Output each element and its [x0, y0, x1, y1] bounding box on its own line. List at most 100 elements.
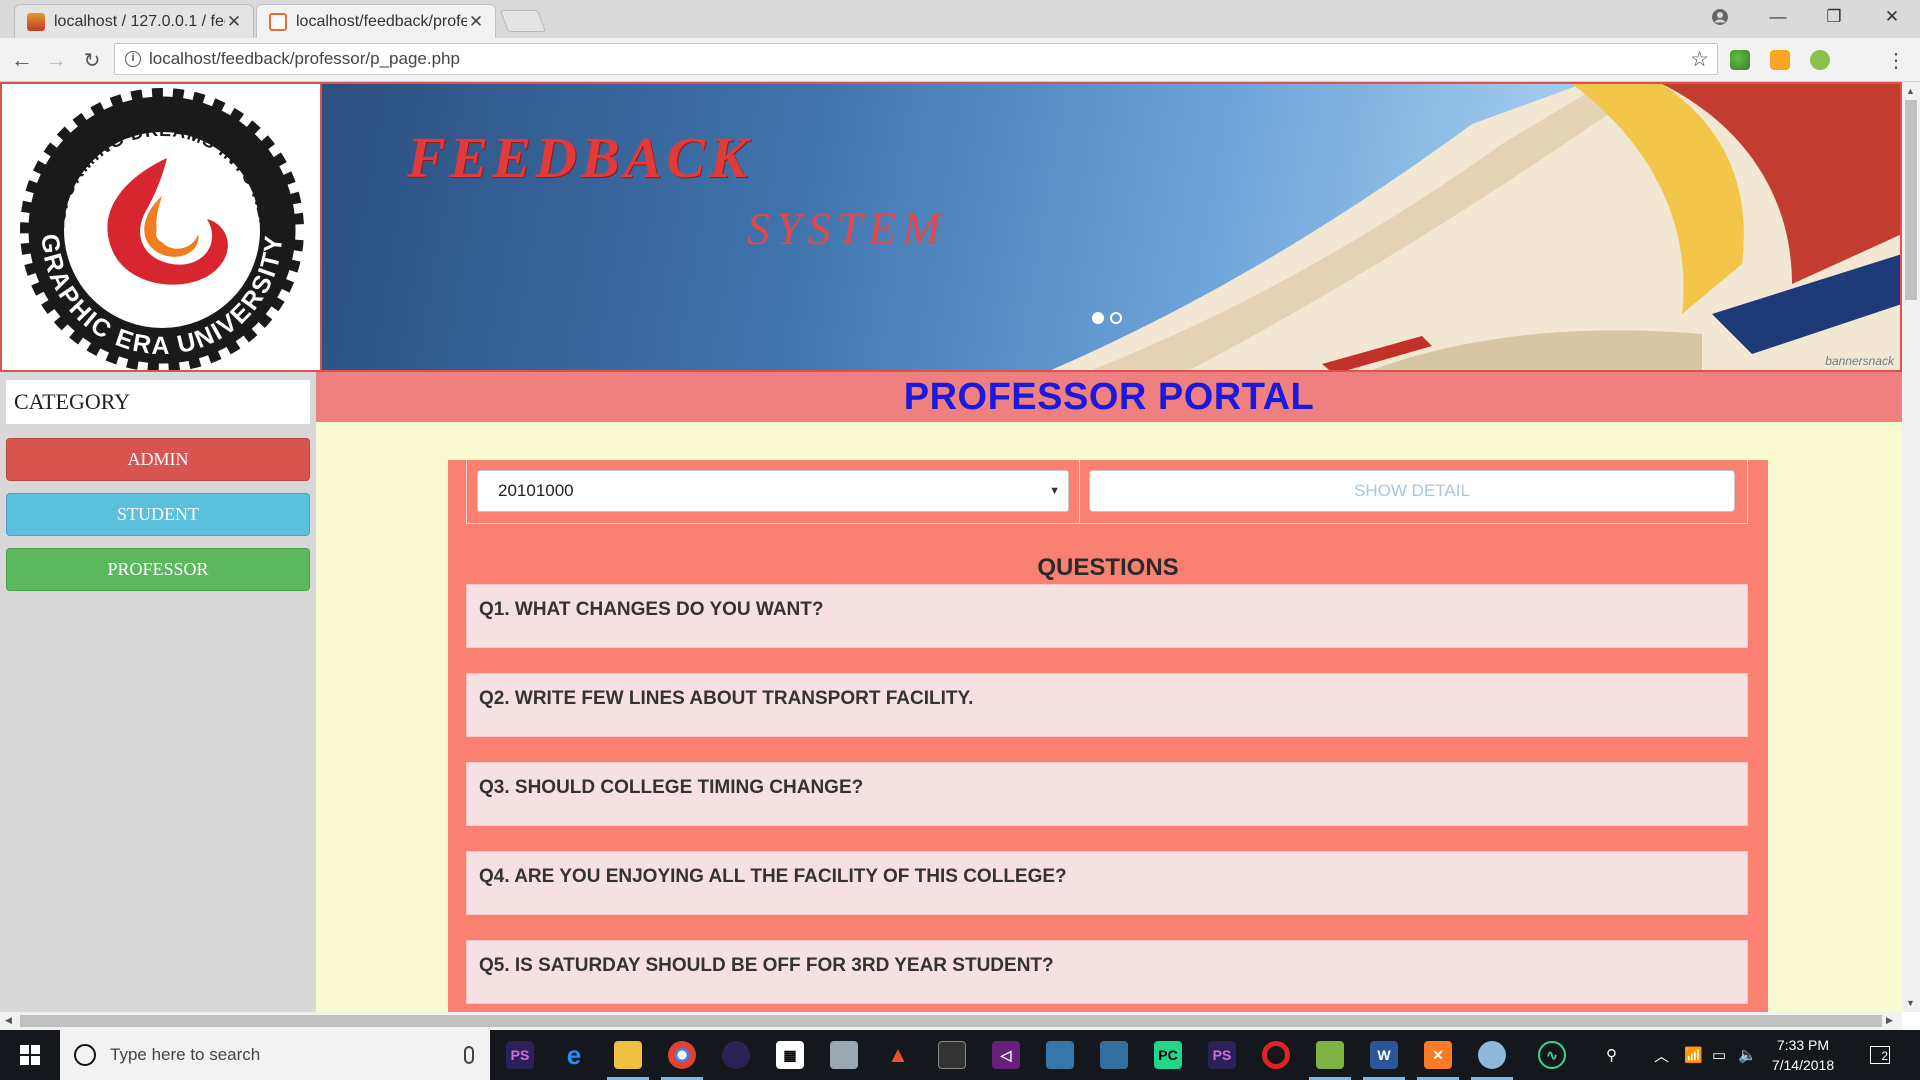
browser-menu-icon[interactable]: ⋮: [1882, 46, 1910, 74]
edge-icon[interactable]: e: [560, 1040, 588, 1070]
start-button[interactable]: [0, 1030, 60, 1080]
xampp-icon[interactable]: ✕: [1424, 1041, 1452, 1069]
reload-icon[interactable]: ↻: [78, 46, 106, 74]
close-window-icon[interactable]: ✕: [1866, 0, 1918, 34]
main-content: 20101000 ▼ SHOW DETAIL QUESTIONS Q1. WHA…: [316, 422, 1902, 1012]
python-icon[interactable]: [1046, 1041, 1074, 1069]
bannersnack-watermark: bannersnack: [1825, 354, 1894, 368]
phpmyadmin-favicon-icon: [27, 12, 45, 31]
questions-panel: 20101000 ▼ SHOW DETAIL QUESTIONS Q1. WHA…: [448, 460, 1768, 1012]
eclipse-icon[interactable]: [722, 1041, 750, 1069]
scroll-left-icon[interactable]: ◀: [5, 1015, 12, 1026]
windows-logo-icon: [20, 1045, 40, 1065]
banner-title-system: SYSTEM: [747, 203, 947, 254]
extension-smile-icon[interactable]: [1810, 50, 1830, 70]
browser-toolbar: ← → ↻ i localhost/feedback/professor/p_p…: [0, 38, 1920, 82]
browser-tab-feedback[interactable]: localhost/feedback/profe ✕: [256, 4, 496, 38]
question-item: Q2. WRITE FEW LINES ABOUT TRANSPORT FACI…: [466, 673, 1748, 737]
taskbar-clock[interactable]: 7:33 PM 7/14/2018: [1758, 1035, 1848, 1075]
slider-dots: [1092, 312, 1122, 324]
new-tab-button[interactable]: [499, 10, 547, 32]
action-center-icon[interactable]: 2: [1870, 1030, 1890, 1080]
taskbar-search[interactable]: Type here to search: [60, 1030, 490, 1080]
extension-shield-icon[interactable]: [1770, 50, 1790, 70]
selection-row: 20101000 ▼ SHOW DETAIL: [466, 460, 1748, 524]
site-info-icon[interactable]: i: [125, 51, 141, 67]
scroll-up-icon[interactable]: ▲: [1906, 86, 1915, 96]
profile-icon[interactable]: [1694, 0, 1746, 34]
notification-count: 2: [1870, 1046, 1890, 1064]
matlab-icon[interactable]: ▲: [884, 1041, 912, 1069]
category-title: CATEGORY: [6, 380, 310, 424]
tab-title: localhost / 127.0.0.1 / fee: [54, 12, 225, 30]
calculator-icon[interactable]: ▦: [776, 1041, 804, 1069]
browser-tab-phpmyadmin[interactable]: localhost / 127.0.0.1 / fee ✕: [14, 4, 254, 38]
clock-time: 7:33 PM: [1776, 1037, 1830, 1053]
visual-studio-icon[interactable]: ◁: [992, 1041, 1020, 1069]
windows-taskbar: Type here to search PS e ▦ ▲ ◁ PC PS W ✕…: [0, 1030, 1920, 1080]
volume-icon[interactable]: 🔈: [1738, 1030, 1757, 1080]
restore-icon[interactable]: ❐: [1808, 0, 1860, 34]
vertical-scrollbar[interactable]: ▲ ▼: [1902, 82, 1920, 1012]
python-idle-icon[interactable]: [1100, 1041, 1128, 1069]
horizontal-scrollbar[interactable]: ◀ ▶: [0, 1012, 1902, 1030]
terminal-icon[interactable]: [938, 1041, 966, 1069]
professor-id-select[interactable]: 20101000 ▼: [477, 470, 1069, 512]
graphic-era-logo-icon: TRANSFORMING DREAMS INTO REALITY GRAPHIC…: [0, 82, 305, 373]
show-hidden-icons-icon[interactable]: ︿: [1654, 1030, 1669, 1080]
scroll-down-icon[interactable]: ▼: [1906, 998, 1915, 1008]
horizontal-scroll-thumb[interactable]: [20, 1015, 1882, 1027]
chrome-icon[interactable]: [668, 1041, 696, 1069]
show-detail-button[interactable]: SHOW DETAIL: [1089, 470, 1735, 512]
phpstorm-2-icon[interactable]: PS: [1208, 1041, 1236, 1069]
question-item: Q5. IS SATURDAY SHOULD BE OFF FOR 3RD YE…: [466, 940, 1748, 1004]
tab-title: localhost/feedback/profe: [296, 12, 467, 30]
questions-list: Q1. WHAT CHANGES DO YOU WANT? Q2. WRITE …: [466, 584, 1748, 1012]
phpstorm-icon[interactable]: PS: [506, 1041, 534, 1069]
question-item: Q1. WHAT CHANGES DO YOU WANT?: [466, 584, 1748, 648]
cortana-icon: [74, 1044, 96, 1066]
microphone-icon[interactable]: [464, 1046, 474, 1064]
battery-icon[interactable]: ▭: [1712, 1030, 1726, 1080]
vertical-scroll-thumb[interactable]: [1905, 100, 1917, 300]
paint-icon[interactable]: [1478, 1041, 1506, 1069]
opera-icon[interactable]: [1262, 1041, 1290, 1069]
slider-dot-2[interactable]: [1110, 312, 1122, 324]
people-icon[interactable]: ⚲: [1606, 1030, 1617, 1080]
extension-globe-icon[interactable]: [1730, 50, 1750, 70]
admin-button[interactable]: ADMIN: [6, 438, 310, 481]
notepad-icon[interactable]: [1316, 1041, 1344, 1069]
wifi-icon[interactable]: 📶: [1684, 1030, 1703, 1080]
file-explorer-icon[interactable]: [614, 1041, 642, 1069]
pycharm-icon[interactable]: PC: [1154, 1041, 1182, 1069]
student-button[interactable]: STUDENT: [6, 493, 310, 536]
page-viewport: TRANSFORMING DREAMS INTO REALITY GRAPHIC…: [0, 82, 1902, 1012]
address-bar[interactable]: i localhost/feedback/professor/p_page.ph…: [114, 43, 1718, 75]
browser-tab-strip: localhost / 127.0.0.1 / fee ✕ localhost/…: [0, 0, 1920, 38]
page-title: PROFESSOR PORTAL: [903, 375, 1315, 418]
scroll-right-icon[interactable]: ▶: [1886, 1015, 1893, 1026]
question-item: Q4. ARE YOU ENJOYING ALL THE FACILITY OF…: [466, 851, 1748, 915]
portal-header: PROFESSOR PORTAL: [316, 372, 1902, 422]
xampp-favicon-icon: [269, 12, 287, 31]
close-tab-icon[interactable]: ✕: [467, 12, 485, 32]
clock-date: 7/14/2018: [1771, 1057, 1835, 1073]
minimize-icon[interactable]: —: [1752, 0, 1804, 34]
bookmark-star-icon[interactable]: ☆: [1690, 47, 1709, 72]
word-icon[interactable]: W: [1370, 1041, 1398, 1069]
back-arrow-icon[interactable]: ←: [8, 46, 36, 74]
chevron-down-icon: ▼: [1049, 485, 1060, 497]
url-text[interactable]: localhost/feedback/professor/p_page.php: [149, 49, 1690, 69]
banner-title-feedback: FEEDBACK: [407, 125, 752, 190]
activity-monitor-icon[interactable]: ∿: [1538, 1041, 1566, 1069]
row-divider: [1079, 460, 1080, 524]
search-placeholder: Type here to search: [110, 1045, 261, 1064]
close-tab-icon[interactable]: ✕: [225, 12, 243, 32]
slider-dot-1[interactable]: [1092, 312, 1104, 324]
category-sidebar: CATEGORY ADMIN STUDENT PROFESSOR: [0, 372, 316, 1012]
professor-button[interactable]: PROFESSOR: [6, 548, 310, 591]
select-value: 20101000: [498, 481, 574, 500]
questions-heading: QUESTIONS: [1037, 554, 1179, 581]
database-icon[interactable]: [830, 1041, 858, 1069]
forward-arrow-icon[interactable]: →: [42, 46, 70, 74]
